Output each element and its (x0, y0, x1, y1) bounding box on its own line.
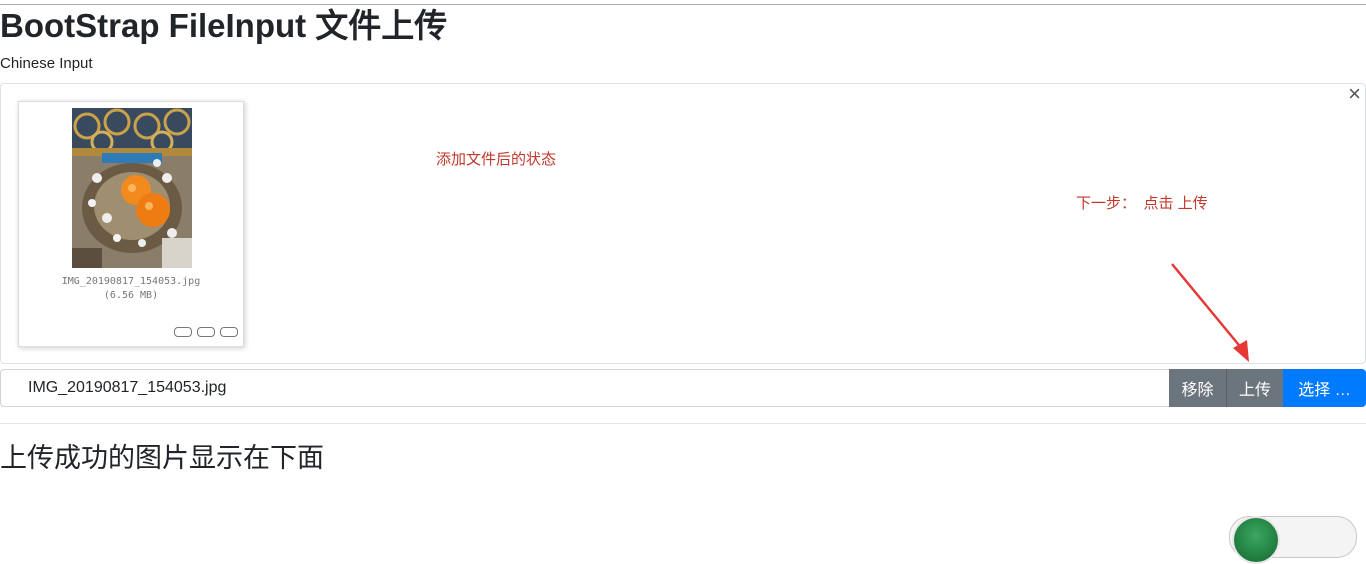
upload-button[interactable]: 上传 (1227, 369, 1283, 407)
thumbnail-action-button[interactable] (174, 327, 192, 337)
uploaded-section-title: 上传成功的图片显示在下面 (0, 443, 324, 473)
section-divider (0, 423, 1366, 424)
remove-button[interactable]: 移除 (1169, 369, 1227, 407)
file-caption-field[interactable]: IMG_20190817_154053.jpg (0, 369, 1169, 407)
thumbnail-file-name: IMG_20190817_154053.jpg (61, 276, 201, 287)
close-icon[interactable]: × (1348, 83, 1361, 105)
photo-thumbnail (72, 108, 192, 268)
annotation-state-note: 添加文件后的状态 (436, 151, 557, 168)
page-subtitle: Chinese Input (0, 55, 93, 72)
file-input-group: IMG_20190817_154053.jpg 移除 上传 选择 … (0, 369, 1366, 407)
thumbnail-action-button[interactable] (197, 327, 215, 337)
red-arrow-annotation (1171, 263, 1249, 362)
top-divider (0, 4, 1366, 5)
thumbnail-action-button[interactable] (220, 327, 238, 337)
thumbnail-file-size: (6.56 MB) (103, 290, 159, 301)
thumbnail-actions (174, 327, 238, 337)
file-preview-panel: × IMG_20190817_154053.jpg (6.56 MB) 添加文件… (0, 83, 1366, 364)
browse-button[interactable]: 选择 … (1283, 369, 1366, 407)
file-thumbnail-card: IMG_20190817_154053.jpg (6.56 MB) (18, 101, 244, 347)
floating-widget-icon[interactable] (1232, 516, 1280, 564)
page-title: BootStrap FileInput 文件上传 (0, 7, 448, 44)
annotation-next-step: 下一步： 点击 上传 (1076, 195, 1208, 212)
